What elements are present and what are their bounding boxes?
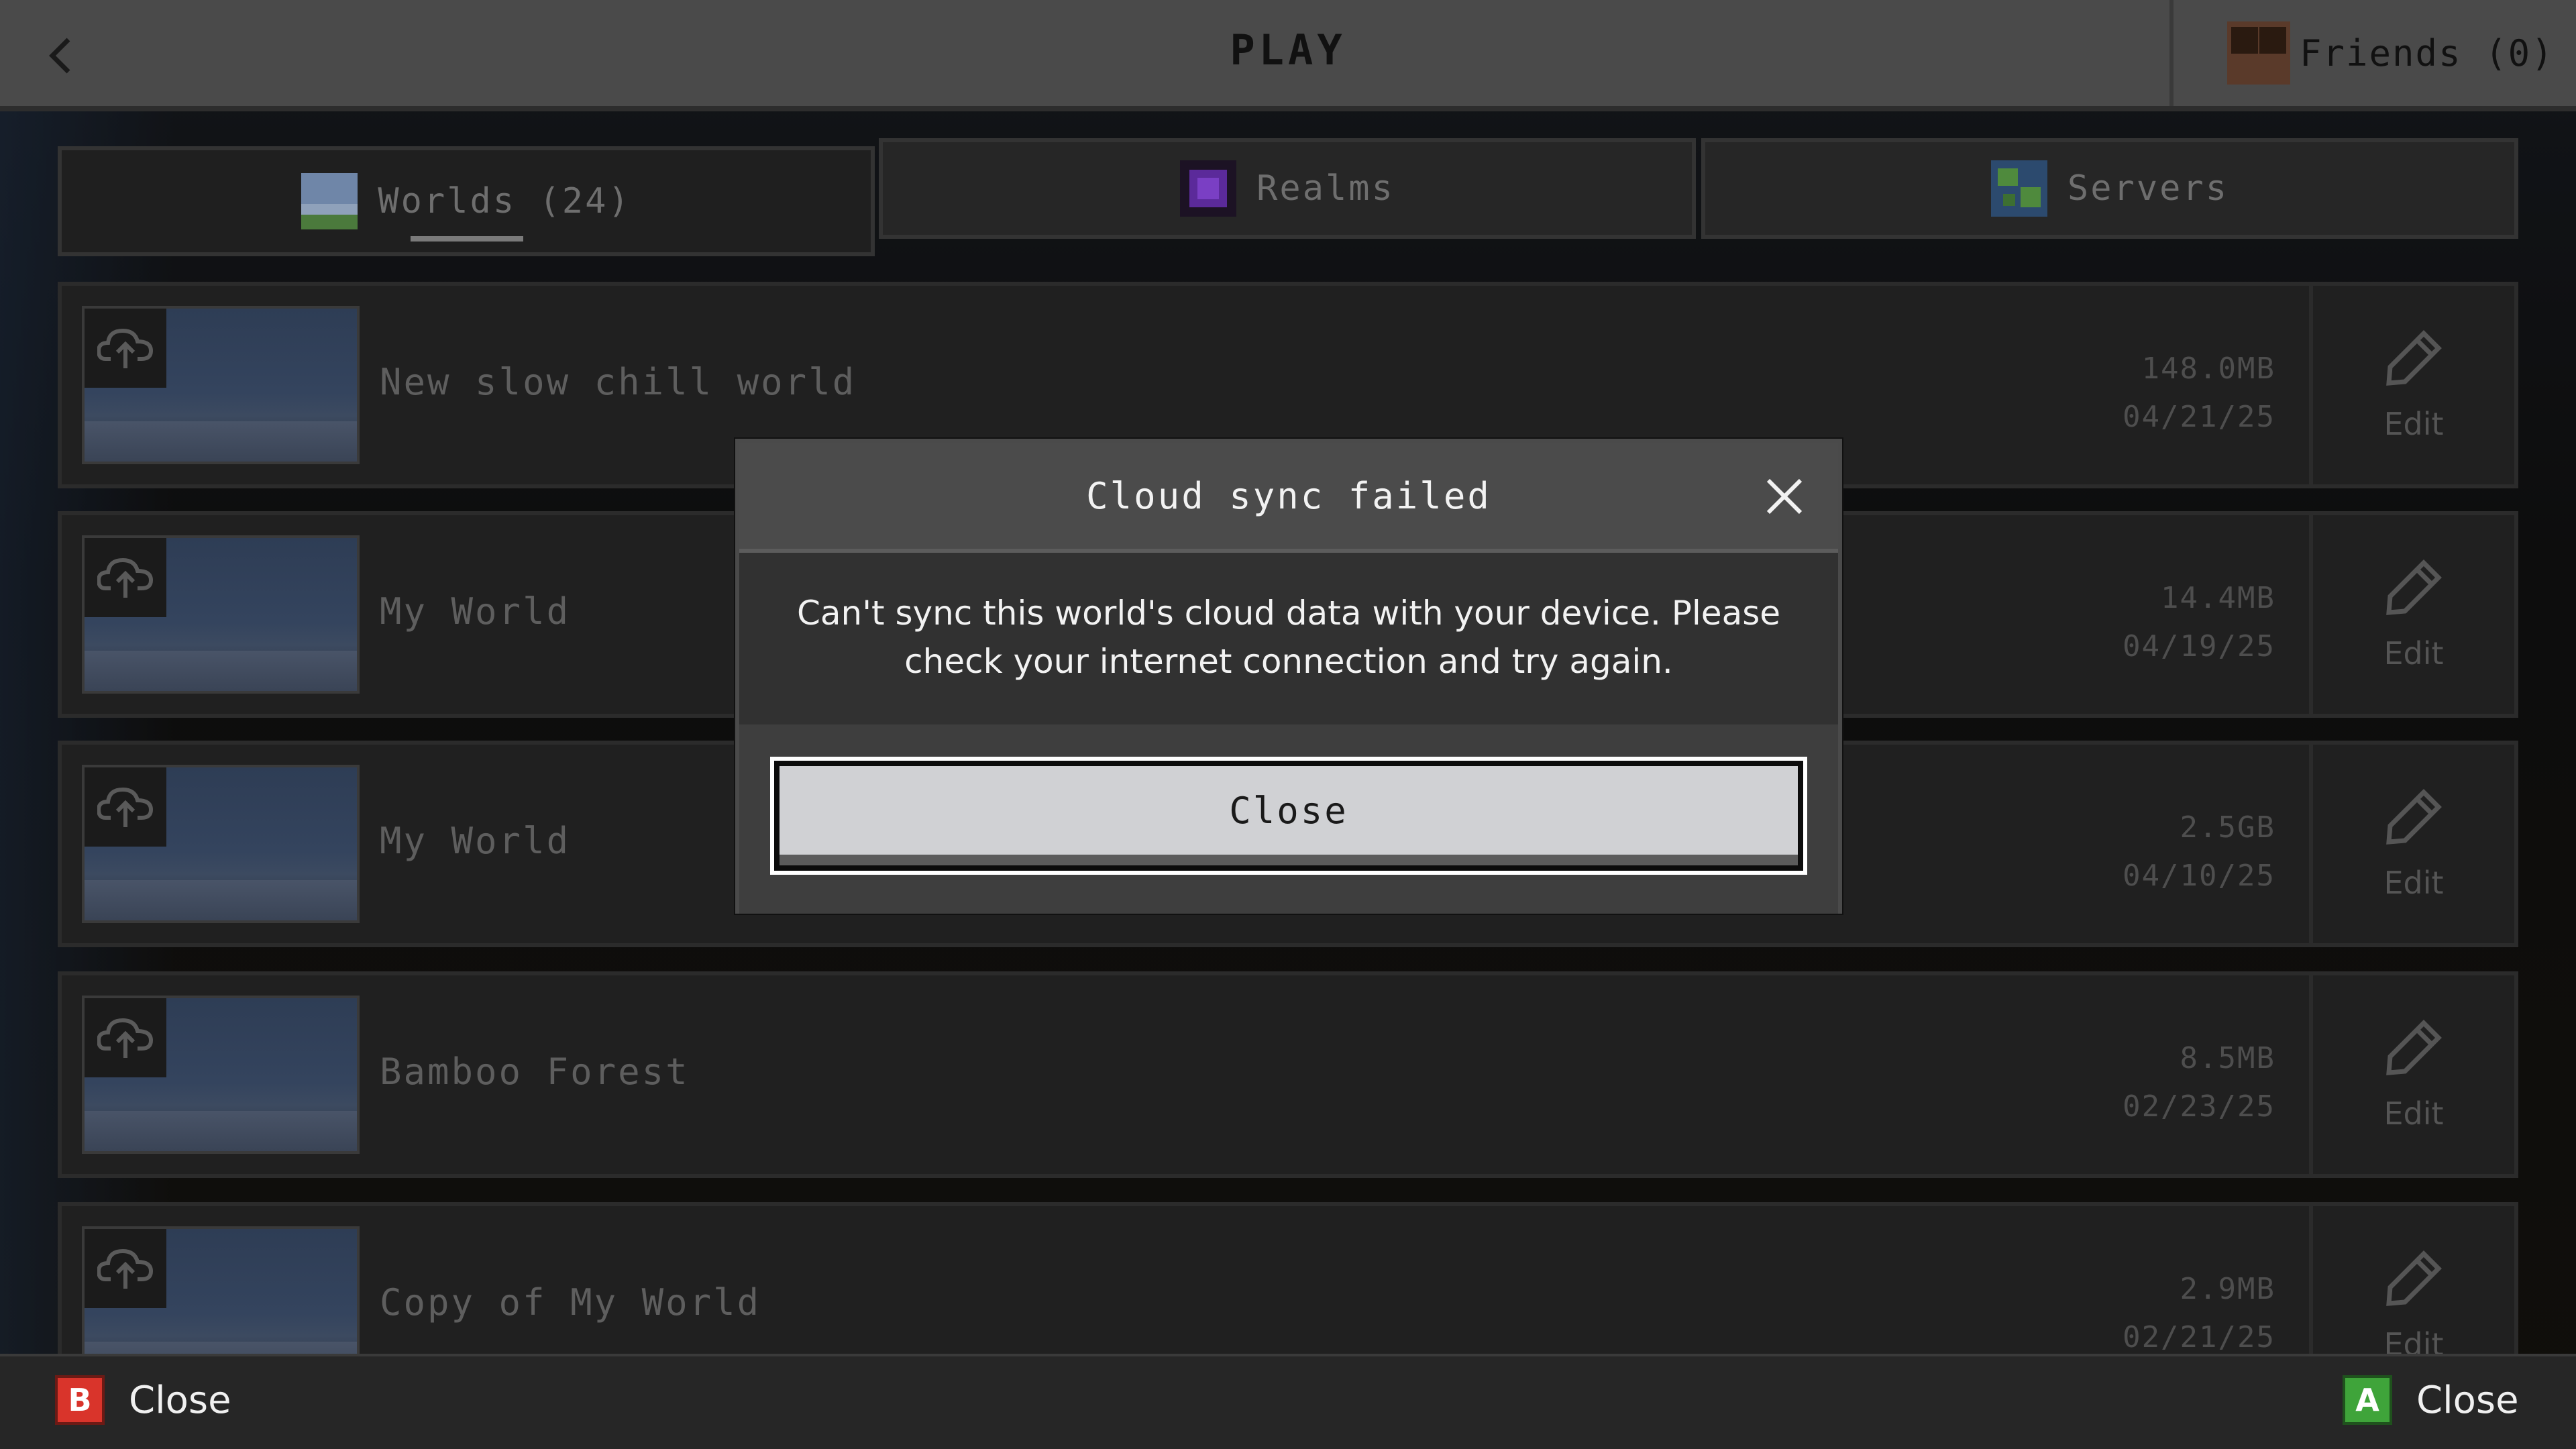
tab-active-indicator <box>411 236 523 241</box>
pencil-icon <box>2386 789 2442 845</box>
dialog-message-line: check your internet connection and try a… <box>904 642 1673 681</box>
globe-icon <box>1990 160 2047 217</box>
world-name: My World <box>380 590 571 633</box>
dialog-header: Cloud sync failed <box>739 443 1838 553</box>
world-size: 148.0MB <box>2141 352 2275 386</box>
world-meta: 2.9MB 02/21/25 <box>2123 1265 2275 1362</box>
world-meta: 8.5MB 02/23/25 <box>2123 1034 2275 1131</box>
grass-landscape-icon <box>301 173 358 229</box>
cloud-sync-icon <box>85 767 166 847</box>
hint-label: Close <box>129 1378 231 1422</box>
cloud-sync-failed-dialog: Cloud sync failed Can't sync this world'… <box>735 439 1842 914</box>
controller-hint-bar: B Close A Close <box>0 1354 2576 1449</box>
realms-portal-icon <box>1180 160 1237 217</box>
friends-label: Friends (0) <box>2300 32 2555 74</box>
edit-label: Edit <box>2383 865 2444 901</box>
dialog-close-primary-button[interactable]: Close <box>770 757 1807 875</box>
a-button-icon: A <box>2343 1375 2392 1425</box>
tab-realms-label: Realms <box>1256 168 1395 209</box>
world-size: 8.5MB <box>2180 1041 2275 1075</box>
dialog-footer: Close <box>739 724 1838 914</box>
pencil-icon <box>2386 330 2442 386</box>
world-date: 04/21/25 <box>2123 400 2275 434</box>
pencil-icon <box>2386 559 2442 615</box>
world-date: 04/10/25 <box>2123 859 2275 893</box>
world-name: Bamboo Forest <box>380 1051 690 1093</box>
world-meta: 2.5GB 04/10/25 <box>2123 804 2275 900</box>
friends-button[interactable]: Friends (0) <box>2169 0 2576 106</box>
hint-label: Close <box>2416 1378 2519 1422</box>
world-meta: 148.0MB 04/21/25 <box>2123 345 2275 441</box>
friends-avatar-icon <box>2227 21 2290 85</box>
world-name: Copy of My World <box>380 1281 761 1324</box>
world-meta: 14.4MB 04/19/25 <box>2123 574 2275 671</box>
pencil-icon <box>2386 1020 2442 1075</box>
cloud-sync-icon <box>85 1229 166 1308</box>
cloud-sync-icon <box>85 538 166 617</box>
edit-world-button[interactable]: Edit <box>2309 286 2514 484</box>
hint-a-close[interactable]: A Close <box>2343 1375 2519 1425</box>
tab-realms[interactable]: Realms <box>879 138 1696 239</box>
dialog-button-label: Close <box>780 766 1798 865</box>
world-date: 04/19/25 <box>2123 629 2275 663</box>
edit-label: Edit <box>2383 635 2444 672</box>
world-thumbnail <box>82 996 360 1154</box>
world-date: 02/23/25 <box>2123 1089 2275 1124</box>
world-name: New slow chill world <box>380 361 857 403</box>
tab-worlds-label: Worlds (24) <box>378 181 631 221</box>
tab-servers-label: Servers <box>2067 168 2229 209</box>
world-name: My World <box>380 820 571 862</box>
cloud-sync-icon <box>85 998 166 1077</box>
world-size: 2.9MB <box>2180 1272 2275 1306</box>
tab-servers[interactable]: Servers <box>1701 138 2518 239</box>
dialog-close-button[interactable] <box>1763 475 1806 518</box>
world-thumbnail <box>82 765 360 923</box>
edit-world-button[interactable]: Edit <box>2309 515 2514 714</box>
world-size: 2.5GB <box>2180 810 2275 845</box>
world-size: 14.4MB <box>2161 581 2275 615</box>
dialog-message: Can't sync this world's cloud data with … <box>766 589 1811 686</box>
edit-label: Edit <box>2383 406 2444 442</box>
hint-b-close[interactable]: B Close <box>55 1375 231 1425</box>
edit-world-button[interactable]: Edit <box>2309 745 2514 943</box>
world-thumbnail <box>82 535 360 694</box>
edit-label: Edit <box>2383 1095 2444 1132</box>
dialog-message-line: Can't sync this world's cloud data with … <box>796 594 1781 633</box>
dialog-title: Cloud sync failed <box>1086 474 1491 517</box>
world-thumbnail <box>82 306 360 464</box>
b-button-icon: B <box>55 1375 105 1425</box>
edit-world-button[interactable]: Edit <box>2309 975 2514 1174</box>
close-icon <box>1766 478 1803 515</box>
pencil-icon <box>2386 1250 2442 1306</box>
cloud-sync-icon <box>85 309 166 388</box>
top-bar: PLAY Friends (0) <box>0 0 2576 111</box>
world-row[interactable]: Bamboo Forest 8.5MB 02/23/25 Edit <box>58 971 2518 1178</box>
